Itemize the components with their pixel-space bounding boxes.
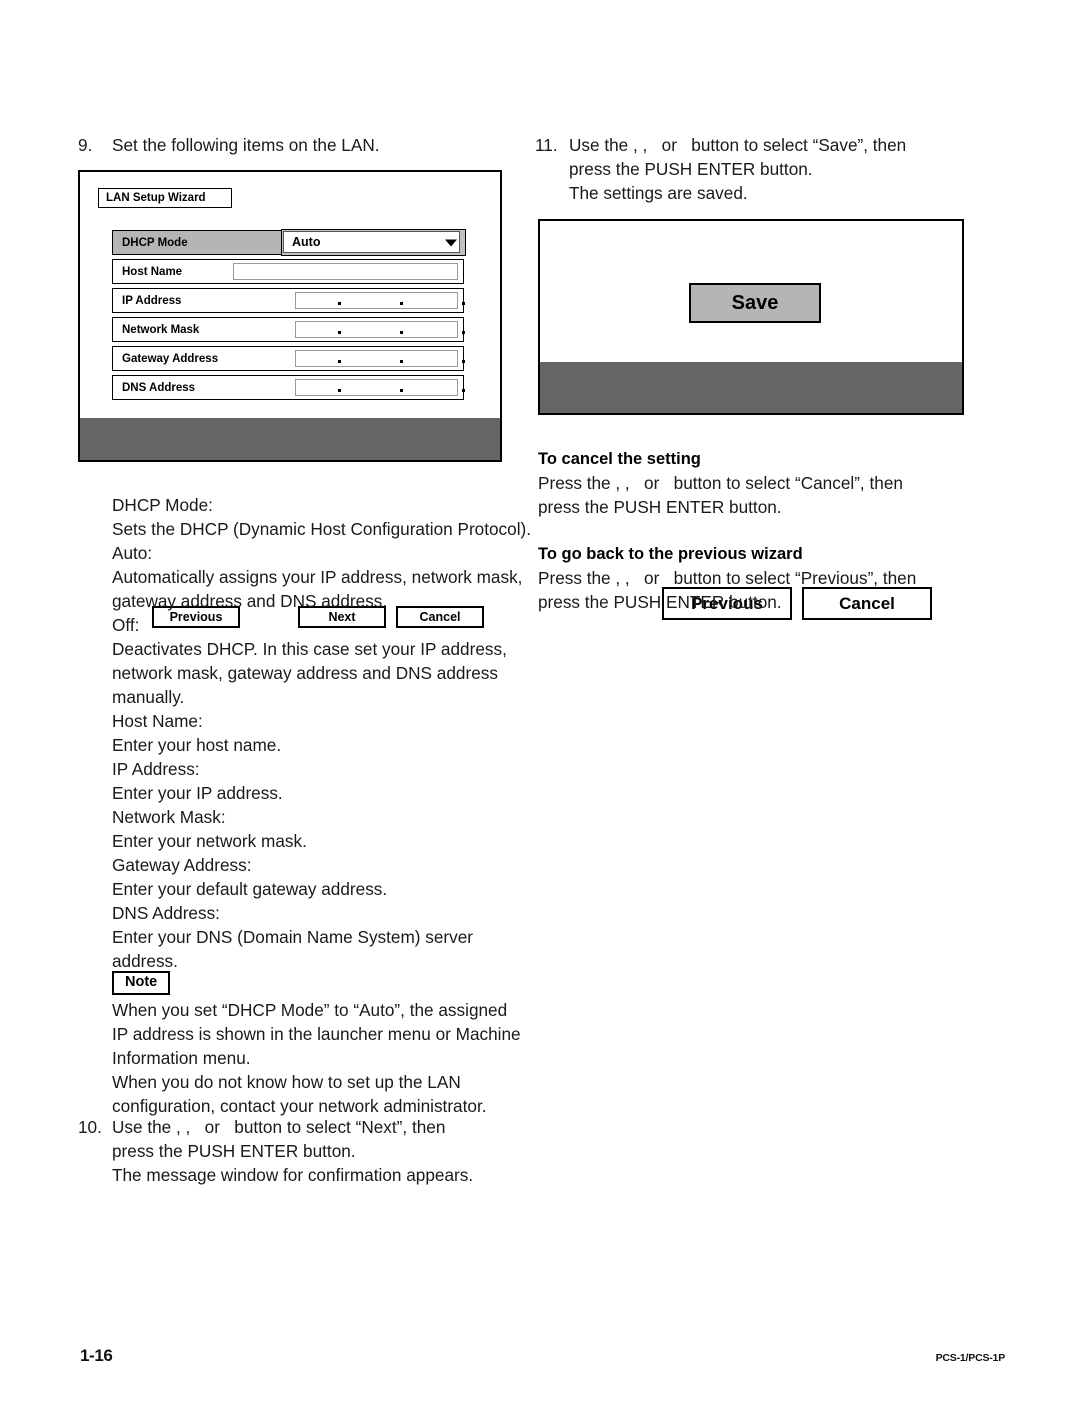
manual-page: 9. Set the following items on the LAN. L… xyxy=(0,0,1080,1407)
step-9: 9. Set the following items on the LAN. xyxy=(78,133,548,157)
description-line: Automatically assigns your IP address, n… xyxy=(112,567,523,587)
description-line: Gateway Address: xyxy=(112,855,252,875)
ip-dot-separator xyxy=(462,360,465,363)
ip-dot-separator xyxy=(338,331,341,334)
note-line: IP address is shown in the launcher menu… xyxy=(112,1024,521,1044)
cancel-section-heading: To cancel the setting xyxy=(538,450,701,468)
description-line: gateway address and DNS address. xyxy=(112,591,388,611)
ip-dot-separator xyxy=(400,331,403,334)
description-line: Off: xyxy=(112,615,140,635)
dhcp-mode-dropdown[interactable]: Auto xyxy=(281,229,466,256)
step-10-line: press the PUSH ENTER button. xyxy=(112,1141,356,1161)
ip-address-input[interactable] xyxy=(295,292,465,309)
step-10: 10. Use the , , or button to select “Nex… xyxy=(78,1115,558,1187)
ip-dot-separator xyxy=(462,302,465,305)
step-11: 11. Use the , , or button to select “Sav… xyxy=(535,133,980,205)
previous-wizard-section: To go back to the previous wizard Press … xyxy=(538,542,968,614)
step-11-body: Use the , , or button to select “Save”, … xyxy=(569,133,980,205)
lan-wizard-title: LAN Setup Wizard xyxy=(98,188,232,208)
step-9-number: 9. xyxy=(78,135,93,155)
step-10-line: Use the , , or button to select “Next”, … xyxy=(112,1117,446,1137)
previous-wizard-line: press the PUSH ENTER button. xyxy=(538,592,782,612)
previous-wizard-line: Press the , , or button to select “Previ… xyxy=(538,568,917,588)
dhcp-mode-value: Auto xyxy=(292,235,321,249)
field-row-gateway-address[interactable]: Gateway Address xyxy=(112,346,465,371)
cancel-section: To cancel the setting Press the , , or b… xyxy=(538,447,968,519)
dns-address-input[interactable] xyxy=(295,379,465,396)
step-11-line: press the PUSH ENTER button. xyxy=(569,159,813,179)
gateway-address-input[interactable] xyxy=(295,350,465,367)
step-10-body: Use the , , or button to select “Next”, … xyxy=(112,1115,558,1187)
note-block: Note When you set “DHCP Mode” to “Auto”,… xyxy=(112,971,552,1118)
description-line: manually. xyxy=(112,687,185,707)
note-line: When you do not know how to set up the L… xyxy=(112,1072,461,1092)
step-9-text: Set the following items on the LAN. xyxy=(112,135,380,155)
lan-wizard-button-bar: Previous Next Cancel xyxy=(80,418,500,628)
ip-dot-separator xyxy=(462,389,465,392)
chevron-down-icon xyxy=(445,239,457,246)
page-model-footer: PCS-1/PCS-1P xyxy=(935,1352,1006,1364)
host-name-input[interactable] xyxy=(233,263,458,280)
field-row-dns-address[interactable]: DNS Address xyxy=(112,375,465,400)
field-label-network-mask: Network Mask xyxy=(122,323,200,336)
note-line: When you set “DHCP Mode” to “Auto”, the … xyxy=(112,1000,508,1020)
field-row-network-mask[interactable]: Network Mask xyxy=(112,317,465,342)
field-label-gateway-address: Gateway Address xyxy=(122,352,219,365)
lan-wizard-body: LAN Setup Wizard DHCP Mode Auto Host Nam… xyxy=(80,172,500,418)
lan-setup-wizard-dialog: LAN Setup Wizard DHCP Mode Auto Host Nam… xyxy=(78,170,502,628)
ip-dot-separator xyxy=(338,389,341,392)
cancel-section-line: Press the , , or button to select “Cance… xyxy=(538,473,903,493)
field-row-ip-address[interactable]: IP Address xyxy=(112,288,465,313)
ip-dot-separator xyxy=(400,360,403,363)
ip-dot-separator xyxy=(400,389,403,392)
field-row-host-name[interactable]: Host Name xyxy=(112,259,464,284)
page-number: 1-16 xyxy=(80,1346,113,1365)
description-line: DHCP Mode: xyxy=(112,495,213,515)
step-10-line: The message window for confirmation appe… xyxy=(112,1165,474,1185)
dhcp-mode-dropdown-inner: Auto xyxy=(283,231,460,253)
previous-wizard-heading: To go back to the previous wizard xyxy=(538,545,803,563)
description-line: DNS Address: xyxy=(112,903,220,923)
description-line: Enter your IP address. xyxy=(112,783,283,803)
cancel-section-line: press the PUSH ENTER button. xyxy=(538,497,782,517)
description-line: Network Mask: xyxy=(112,807,226,827)
step-11-number: 11. xyxy=(535,135,558,155)
save-dialog-body: Save xyxy=(540,221,962,362)
field-row-dhcp-mode[interactable]: DHCP Mode Auto xyxy=(112,229,466,256)
description-line: network mask, gateway address and DNS ad… xyxy=(112,663,498,683)
description-line: Host Name: xyxy=(112,711,203,731)
step-10-number: 10. xyxy=(78,1117,102,1137)
field-label-ip-address: IP Address xyxy=(122,294,182,307)
field-label-dns-address: DNS Address xyxy=(122,381,196,394)
note-lines: When you set “DHCP Mode” to “Auto”, the … xyxy=(112,998,552,1118)
field-label-dhcp-mode: DHCP Mode xyxy=(122,236,188,249)
description-line: Enter your default gateway address. xyxy=(112,879,388,899)
field-label-host-name: Host Name xyxy=(122,265,183,278)
note-badge: Note xyxy=(112,971,171,995)
description-line: Enter your network mask. xyxy=(112,831,307,851)
description-line: address. xyxy=(112,951,178,971)
network-mask-input[interactable] xyxy=(295,321,465,338)
description-line: Sets the DHCP (Dynamic Host Configuratio… xyxy=(112,519,532,539)
ip-dot-separator xyxy=(400,302,403,305)
ip-dot-separator xyxy=(462,331,465,334)
note-line: Information menu. xyxy=(112,1048,251,1068)
save-dialog-button-bar: Previous Cancel xyxy=(540,362,962,620)
description-line: Enter your DNS (Domain Name System) serv… xyxy=(112,927,474,947)
step-11-line: Use the , , or button to select “Save”, … xyxy=(569,135,907,155)
left-column-text: DHCP Mode: Sets the DHCP (Dynamic Host C… xyxy=(112,493,552,973)
description-line: Auto: xyxy=(112,543,153,563)
save-confirmation-dialog: Save Previous Cancel xyxy=(538,219,964,620)
save-button[interactable]: Save xyxy=(689,283,821,323)
ip-dot-separator xyxy=(338,360,341,363)
lan-wizard-field-list: DHCP Mode Auto Host Name IP Address Netw… xyxy=(112,229,466,404)
description-line: Deactivates DHCP. In this case set your … xyxy=(112,639,507,659)
step-11-line: The settings are saved. xyxy=(569,183,748,203)
description-line: Enter your host name. xyxy=(112,735,282,755)
ip-dot-separator xyxy=(338,302,341,305)
description-line: IP Address: xyxy=(112,759,200,779)
